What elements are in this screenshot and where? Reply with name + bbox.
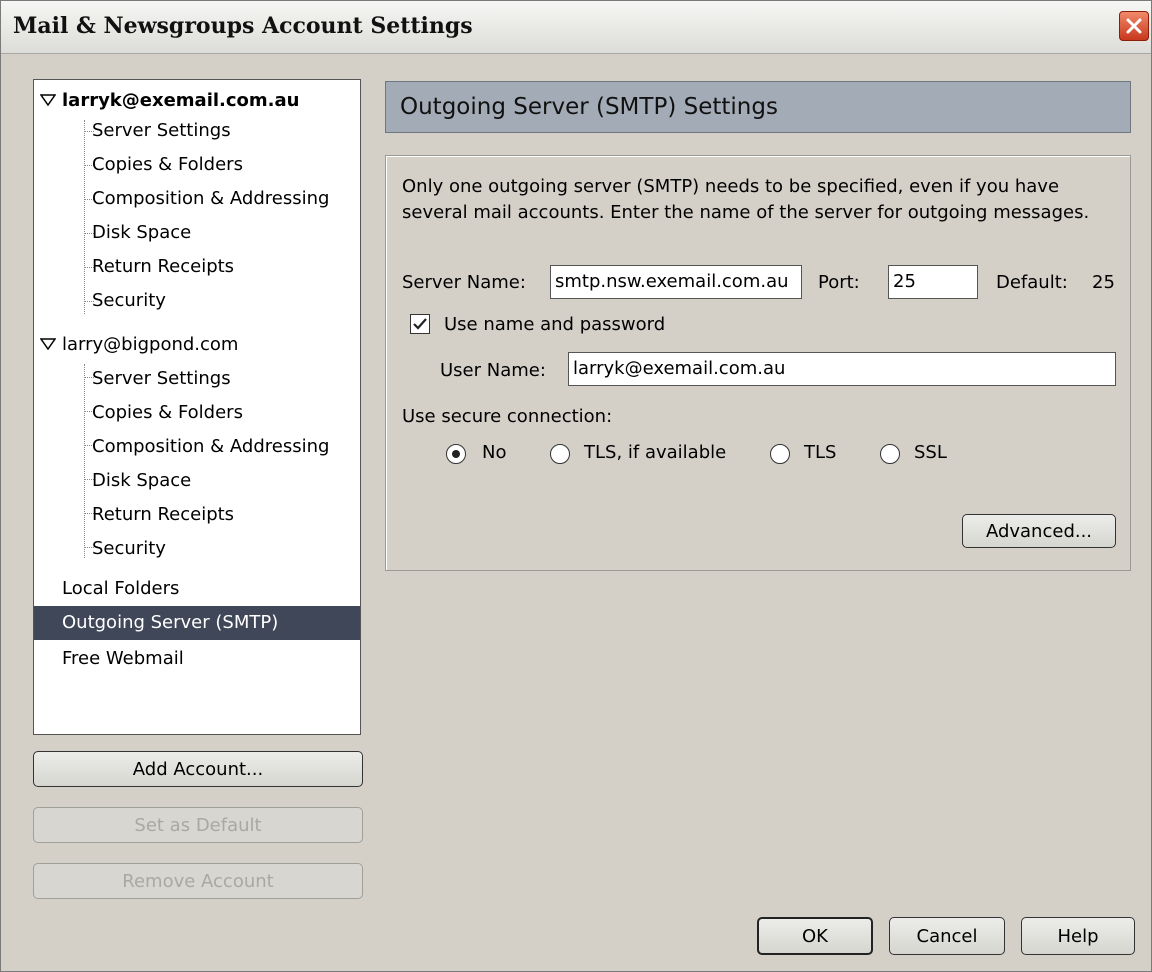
tree-item-disk-space[interactable]: Disk Space: [34, 464, 360, 498]
tree-item-label: Composition & Addressing: [92, 436, 330, 457]
ok-button-label: OK: [802, 925, 828, 947]
secure-tls-if-available-radio[interactable]: [550, 444, 570, 464]
tree-item-copies-folders[interactable]: Copies & Folders: [34, 148, 360, 182]
tree-item-label: Local Folders: [62, 578, 180, 599]
ok-button[interactable]: OK: [757, 917, 873, 955]
use-name-password-label[interactable]: Use name and password: [444, 314, 665, 335]
close-icon: [1126, 18, 1142, 34]
tree-item-composition-addressing[interactable]: Composition & Addressing: [34, 182, 360, 216]
checkmark-icon: [413, 318, 427, 330]
window-title: Mail & Newsgroups Account Settings: [13, 13, 473, 39]
tree-item-label: Server Settings: [92, 368, 231, 389]
advanced-button[interactable]: Advanced...: [962, 514, 1116, 548]
cancel-button[interactable]: Cancel: [889, 917, 1005, 955]
tree-item-local-folders[interactable]: Local Folders: [34, 572, 360, 606]
help-button-label: Help: [1057, 925, 1099, 947]
tree-item-server-settings[interactable]: Server Settings: [34, 362, 360, 396]
close-button[interactable]: [1119, 11, 1149, 41]
port-label: Port:: [818, 272, 860, 293]
secure-tls-if-available-label[interactable]: TLS, if available: [584, 442, 726, 463]
tree-item-free-webmail[interactable]: Free Webmail: [34, 642, 360, 676]
server-name-input[interactable]: smtp.nsw.exemail.com.au: [550, 265, 802, 299]
add-account-button[interactable]: Add Account...: [33, 751, 363, 787]
expand-triangle-icon[interactable]: [40, 338, 56, 350]
set-as-default-button[interactable]: Set as Default: [33, 807, 363, 843]
tree-item-return-receipts[interactable]: Return Receipts: [34, 250, 360, 284]
secure-tls-label[interactable]: TLS: [804, 442, 836, 463]
tree-item-label: Copies & Folders: [92, 402, 243, 423]
tree-account-larry-bigpond[interactable]: larry@bigpond.com: [34, 328, 360, 362]
use-name-password-checkbox[interactable]: [410, 314, 430, 334]
secure-tls-radio[interactable]: [770, 444, 790, 464]
default-port-value: 25: [1092, 272, 1115, 293]
smtp-settings-group: Only one outgoing server (SMTP) needs to…: [385, 155, 1131, 571]
tree-account-label: larry@bigpond.com: [62, 334, 239, 355]
tree-item-label: Disk Space: [92, 222, 192, 243]
title-bar: Mail & Newsgroups Account Settings: [1, 1, 1151, 54]
user-name-input[interactable]: larryk@exemail.com.au: [568, 352, 1116, 386]
tree-item-copies-folders[interactable]: Copies & Folders: [34, 396, 360, 430]
tree-item-server-settings[interactable]: Server Settings: [34, 114, 360, 148]
server-name-label: Server Name:: [402, 272, 526, 293]
tree-item-outgoing-server[interactable]: Outgoing Server (SMTP): [34, 606, 360, 640]
tree-item-label: Disk Space: [92, 470, 192, 491]
secure-no-label[interactable]: No: [482, 442, 506, 463]
tree-account-label: larryk@exemail.com.au: [62, 90, 300, 111]
tree-item-label: Return Receipts: [92, 504, 235, 525]
tree-item-label: Return Receipts: [92, 256, 235, 277]
add-account-label: Add Account...: [132, 758, 264, 780]
panel-heading: Outgoing Server (SMTP) Settings: [400, 94, 778, 120]
account-settings-window: Mail & Newsgroups Account Settings larry…: [0, 0, 1152, 972]
secure-ssl-radio[interactable]: [880, 444, 900, 464]
panel-header: Outgoing Server (SMTP) Settings: [385, 81, 1131, 133]
secure-connection-label: Use secure connection:: [402, 406, 613, 427]
description-line-2: several mail accounts. Enter the name of…: [402, 202, 1090, 223]
tree-item-label: Security: [92, 290, 166, 311]
help-button[interactable]: Help: [1021, 917, 1135, 955]
cancel-button-label: Cancel: [916, 925, 978, 947]
set-as-default-label: Set as Default: [134, 814, 262, 836]
tree-item-composition-addressing[interactable]: Composition & Addressing: [34, 430, 360, 464]
tree-item-label: Free Webmail: [62, 648, 184, 669]
advanced-button-label: Advanced...: [985, 520, 1093, 542]
tree-item-label: Security: [92, 538, 166, 559]
secure-no-radio[interactable]: [446, 444, 466, 464]
tree-item-label: Server Settings: [92, 120, 231, 141]
tree-item-label: Outgoing Server (SMTP): [62, 612, 279, 633]
tree-item-label: Copies & Folders: [92, 154, 243, 175]
tree-item-disk-space[interactable]: Disk Space: [34, 216, 360, 250]
account-tree[interactable]: larryk@exemail.com.au Server Settings Co…: [33, 79, 361, 735]
port-input[interactable]: 25: [888, 265, 978, 299]
tree-item-security[interactable]: Security: [34, 532, 360, 566]
default-port-label: Default:: [996, 272, 1068, 293]
user-name-label: User Name:: [440, 360, 546, 381]
description-line-1: Only one outgoing server (SMTP) needs to…: [402, 176, 1060, 197]
tree-item-return-receipts[interactable]: Return Receipts: [34, 498, 360, 532]
expand-triangle-icon[interactable]: [40, 94, 56, 106]
tree-account-larryk[interactable]: larryk@exemail.com.au: [34, 84, 360, 118]
remove-account-label: Remove Account: [122, 870, 274, 892]
tree-item-security[interactable]: Security: [34, 284, 360, 318]
radio-selected-dot: [452, 450, 460, 458]
remove-account-button[interactable]: Remove Account: [33, 863, 363, 899]
tree-item-label: Composition & Addressing: [92, 188, 330, 209]
secure-ssl-label[interactable]: SSL: [914, 442, 947, 463]
